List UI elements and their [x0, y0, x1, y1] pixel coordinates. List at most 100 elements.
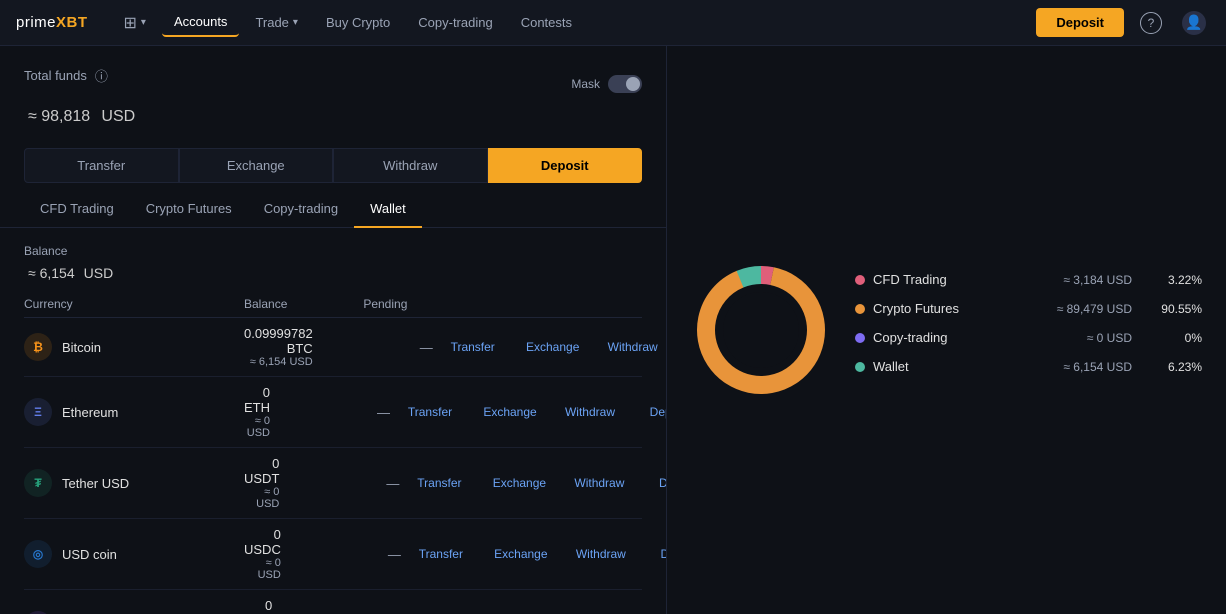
- legend-pct: 6.23%: [1152, 360, 1202, 374]
- chevron-down-icon: ▾: [141, 17, 146, 28]
- deposit-link[interactable]: Deposit: [630, 405, 666, 419]
- transfer-button[interactable]: Transfer: [24, 148, 179, 183]
- profile-button[interactable]: 👤: [1178, 7, 1210, 39]
- tab-copy-trading[interactable]: Copy-trading: [248, 191, 354, 228]
- currency-icon: ₮: [24, 469, 52, 497]
- legend-name: Crypto Futures: [873, 301, 959, 316]
- action-buttons: Transfer Exchange Withdraw Deposit: [24, 148, 642, 183]
- legend-item-crypto-futures: Crypto Futures ≈ 89,479 USD 90.55%: [855, 301, 1202, 316]
- transfer-link[interactable]: Transfer: [390, 405, 470, 419]
- chart-legend: CFD Trading ≈ 3,184 USD 3.22% Crypto Fut…: [855, 272, 1202, 388]
- chevron-down-icon: ▾: [293, 17, 298, 28]
- tab-crypto-futures[interactable]: Crypto Futures: [130, 191, 248, 228]
- legend-right: ≈ 89,479 USD 90.55%: [1032, 302, 1202, 316]
- legend-name: Copy-trading: [873, 330, 947, 345]
- nav-right: Deposit ? 👤: [1036, 7, 1210, 39]
- legend-pct: 3.22%: [1152, 273, 1202, 287]
- currency-name: USD coin: [62, 547, 117, 562]
- legend-right: ≈ 0 USD 0%: [1032, 331, 1202, 345]
- exchange-button[interactable]: Exchange: [179, 148, 334, 183]
- currency-name: Bitcoin: [62, 340, 101, 355]
- exchange-link[interactable]: Exchange: [479, 476, 559, 490]
- currency-cell: ₿ Bitcoin: [24, 333, 244, 361]
- pending-cell: —: [270, 405, 390, 420]
- balance-label: Balance: [24, 244, 642, 258]
- mask-row: Mask: [24, 75, 642, 93]
- withdraw-button[interactable]: Withdraw: [333, 148, 488, 183]
- legend-dot: [855, 333, 865, 343]
- deposit-action-button[interactable]: Deposit: [488, 148, 643, 183]
- transfer-link[interactable]: Transfer: [433, 340, 513, 354]
- right-panel: CFD Trading ≈ 3,184 USD 3.22% Crypto Fut…: [666, 46, 1226, 614]
- grid-icon: ⊞: [124, 13, 137, 33]
- balance-amount: ≈ 6,154 USD: [24, 262, 642, 283]
- total-funds-title: Total funds: [24, 68, 87, 83]
- mask-toggle[interactable]: [608, 75, 642, 93]
- legend-left: CFD Trading: [855, 272, 947, 287]
- help-button[interactable]: ?: [1136, 8, 1166, 38]
- balance-main: 0 ETH: [244, 385, 270, 415]
- currency-name: Tether USD: [62, 476, 129, 491]
- withdraw-link[interactable]: Withdraw: [593, 340, 666, 354]
- total-amount: ≈ 98,818 USD: [24, 97, 642, 128]
- deposit-link[interactable]: Deposit: [641, 547, 666, 561]
- nav-item-copy-trading[interactable]: Copy-trading: [406, 9, 504, 36]
- nav-items: ⊞ ▾ Accounts Trade ▾ Buy Crypto Copy-tra…: [112, 7, 1037, 39]
- legend-item-wallet: Wallet ≈ 6,154 USD 6.23%: [855, 359, 1202, 374]
- nav-item-trade[interactable]: Trade ▾: [243, 9, 310, 36]
- legend-usd: ≈ 3,184 USD: [1032, 273, 1132, 287]
- nav-item-accounts[interactable]: Accounts: [162, 8, 239, 37]
- exchange-link[interactable]: Exchange: [470, 405, 550, 419]
- pending-cell: —: [281, 547, 401, 562]
- main-content: Total funds ⓘ Mask ≈ 98,818 USD Transfer…: [0, 46, 1226, 614]
- nav-item-buy-crypto[interactable]: Buy Crypto: [314, 9, 402, 36]
- legend-dot: [855, 304, 865, 314]
- currency-icon: ₿: [24, 333, 52, 361]
- legend-usd: ≈ 89,479 USD: [1032, 302, 1132, 316]
- legend-dot: [855, 362, 865, 372]
- currency-cell: ◎ USD coin: [24, 540, 244, 568]
- withdraw-link[interactable]: Withdraw: [561, 547, 641, 561]
- tab-cfd-trading[interactable]: CFD Trading: [24, 191, 130, 228]
- legend-pct: 90.55%: [1152, 302, 1202, 316]
- legend-left: Wallet: [855, 359, 909, 374]
- currency-icon: Ξ: [24, 398, 52, 426]
- col-currency: Currency: [24, 297, 244, 311]
- deposit-link[interactable]: Deposit: [639, 476, 666, 490]
- toggle-knob: [626, 77, 640, 91]
- left-panel: Total funds ⓘ Mask ≈ 98,818 USD Transfer…: [0, 46, 666, 614]
- tab-wallet[interactable]: Wallet: [354, 191, 422, 228]
- balance-cell: 0 COV ≈ 0 USD: [244, 598, 272, 614]
- currency-cell: Ξ Ethereum: [24, 398, 244, 426]
- balance-cell: 0 USDT ≈ 0 USD: [244, 456, 279, 510]
- withdraw-link[interactable]: Withdraw: [550, 405, 630, 419]
- legend-right: ≈ 6,154 USD 6.23%: [1032, 360, 1202, 374]
- table-row: ◈ Covesting 0 COV ≈ 0 USD — Transfer Exc…: [24, 590, 642, 614]
- nav-item-grid[interactable]: ⊞ ▾: [112, 7, 158, 39]
- currency-cell: ₮ Tether USD: [24, 469, 244, 497]
- logo[interactable]: primeXBT: [16, 14, 88, 31]
- donut-svg: [691, 260, 831, 400]
- legend-right: ≈ 3,184 USD 3.22%: [1032, 273, 1202, 287]
- transfer-link[interactable]: Transfer: [401, 547, 481, 561]
- col-balance: Balance: [244, 297, 287, 311]
- table-row: ₮ Tether USD 0 USDT ≈ 0 USD — Transfer E…: [24, 448, 642, 519]
- info-icon[interactable]: ⓘ: [95, 66, 108, 85]
- deposit-button[interactable]: Deposit: [1036, 8, 1124, 37]
- balance-section: Balance ≈ 6,154 USD: [24, 228, 642, 291]
- top-navigation: primeXBT ⊞ ▾ Accounts Trade ▾ Buy Crypto…: [0, 0, 1226, 46]
- nav-item-contests[interactable]: Contests: [509, 9, 584, 36]
- mask-label: Mask: [571, 77, 600, 91]
- balance-cell: 0.09999782 BTC ≈ 6,154 USD: [244, 326, 313, 368]
- tabs-row: CFD Trading Crypto Futures Copy-trading …: [0, 191, 666, 228]
- exchange-link[interactable]: Exchange: [513, 340, 593, 354]
- withdraw-link[interactable]: Withdraw: [559, 476, 639, 490]
- col-pending: Pending: [287, 297, 407, 311]
- pending-cell: —: [279, 476, 399, 491]
- transfer-link[interactable]: Transfer: [399, 476, 479, 490]
- balance-usd: ≈ 0 USD: [244, 486, 279, 510]
- exchange-link[interactable]: Exchange: [481, 547, 561, 561]
- legend-name: Wallet: [873, 359, 909, 374]
- balance-usd: ≈ 0 USD: [244, 415, 270, 439]
- pending-cell: —: [313, 340, 433, 355]
